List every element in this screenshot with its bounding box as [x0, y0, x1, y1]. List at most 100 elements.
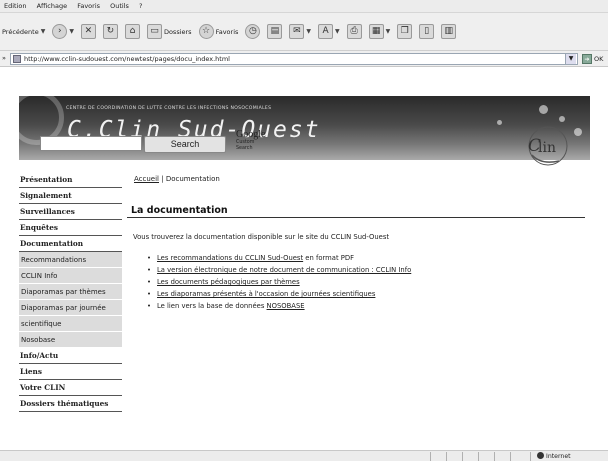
stop-button[interactable]: ✕ — [80, 24, 96, 39]
sidebar-sub-diaporamas-journee[interactable]: Diaporamas par journée — [19, 300, 122, 316]
url-field[interactable]: http://www.cclin-sudouest.com/newtest/pa… — [10, 53, 578, 65]
status-bar: Internet — [0, 450, 608, 461]
home-icon: ⌂ — [124, 24, 140, 39]
list-item: Les documents pédagogiques par thèmes — [147, 276, 411, 288]
status-divider — [430, 452, 431, 461]
list-item: La version électronique de notre documen… — [147, 264, 411, 276]
chevron-down-icon[interactable]: ▼ — [306, 28, 311, 35]
documentation-list: Les recommandations du CCLIN Sud-Ouest e… — [147, 252, 411, 312]
menu-affichage[interactable]: Affichage — [37, 2, 68, 10]
link-prefix: Le lien vers la base de données — [157, 302, 267, 310]
paste-button[interactable]: ▯ — [419, 24, 435, 39]
chevron-down-icon[interactable]: ▼ — [41, 28, 46, 35]
go-button[interactable]: ➔ OK — [582, 53, 608, 65]
link-recommandations[interactable]: Les recommandations du CCLIN Sud-Ouest — [157, 254, 303, 262]
bubble-decoration — [559, 116, 565, 122]
search-button[interactable]: Search — [144, 136, 226, 153]
sidebar-item-enquetes[interactable]: Enquêtes — [19, 220, 122, 236]
breadcrumb-separator: | — [161, 175, 164, 183]
folders-label: Dossiers — [163, 27, 192, 36]
page-icon — [13, 55, 21, 63]
link-suffix: en format PDF — [303, 254, 355, 262]
list-item: Les diaporamas présentés à l'occasion de… — [147, 288, 411, 300]
sidebar-item-info-actu[interactable]: Info/Actu — [19, 348, 122, 364]
print-button[interactable]: ⎙ — [346, 24, 362, 39]
sidebar-item-documentation[interactable]: Documentation — [19, 236, 122, 252]
star-icon: ☆ — [198, 24, 214, 39]
folders-button[interactable]: ▭ Dossiers — [146, 24, 192, 39]
link-diaporamas[interactable]: Les diaporamas présentés à l'occasion de… — [157, 290, 375, 298]
channels-icon: ▤ — [267, 24, 283, 39]
title-divider — [127, 217, 585, 218]
back-button[interactable]: Précédente ▼ — [0, 28, 45, 36]
link-nosobase[interactable]: NOSOBASE — [267, 302, 305, 310]
sidebar-item-votre-clin[interactable]: Votre CLIN — [19, 380, 122, 396]
address-bar: » http://www.cclin-sudouest.com/newtest/… — [0, 51, 608, 67]
svg-text:lin: lin — [538, 140, 556, 156]
google-logo: Google — [236, 129, 266, 140]
chevron-down-icon[interactable]: ▼ — [386, 28, 391, 35]
chevron-down-icon[interactable]: ▼ — [69, 28, 74, 35]
page-title: La documentation — [131, 205, 228, 216]
stop-icon: ✕ — [80, 24, 96, 39]
list-item: Les recommandations du CCLIN Sud-Ouest e… — [147, 252, 411, 264]
menu-help[interactable]: ? — [139, 2, 142, 10]
mail-icon: ✉ — [289, 24, 305, 39]
sidebar-sub-nosobase[interactable]: Nosobase — [19, 332, 122, 348]
sidebar-sub-scientifique[interactable]: scientifique — [19, 316, 122, 332]
edit-icon: ▦ — [368, 24, 384, 39]
status-divider — [446, 452, 447, 461]
url-text: http://www.cclin-sudouest.com/newtest/pa… — [24, 55, 230, 63]
folder-icon: ▭ — [146, 24, 162, 39]
org-line: CENTRE DE COORDINATION DE LUTTE CONTRE L… — [66, 106, 272, 111]
copy-button[interactable]: ❐ — [397, 24, 413, 39]
research-button[interactable]: ▥ — [441, 24, 457, 39]
bubble-decoration — [539, 105, 548, 114]
font-size-button[interactable]: A ▼ — [318, 24, 340, 39]
edit-button[interactable]: ▦ ▼ — [368, 24, 391, 39]
status-divider — [462, 452, 463, 461]
mail-button[interactable]: ✉ ▼ — [289, 24, 311, 39]
status-divider — [530, 452, 531, 461]
sidebar-item-surveillances[interactable]: Surveillances — [19, 204, 122, 220]
breadcrumb: Accueil | Documentation — [134, 175, 220, 183]
forward-button[interactable]: › ▼ — [52, 24, 74, 39]
sidebar-item-signalement[interactable]: Signalement — [19, 188, 122, 204]
chevron-down-icon[interactable]: ▼ — [335, 28, 340, 35]
menu-favoris[interactable]: Favoris — [77, 2, 100, 10]
paste-icon: ▯ — [419, 24, 435, 39]
research-icon: ▥ — [441, 24, 457, 39]
page-viewport: CENTRE DE COORDINATION DE LUTTE CONTRE L… — [0, 68, 608, 450]
search-input[interactable] — [40, 136, 142, 151]
globe-icon — [537, 452, 544, 459]
google-custom-search-label: Custom Search — [236, 140, 255, 151]
link-cclin-info[interactable]: La version électronique de notre documen… — [157, 266, 411, 274]
sidebar-sub-diaporamas-themes[interactable]: Diaporamas par thèmes — [19, 284, 122, 300]
link-documents-pedagogiques[interactable]: Les documents pédagogiques par thèmes — [157, 278, 300, 286]
sidebar-item-presentation[interactable]: Présentation — [19, 172, 122, 188]
sidebar-item-liens[interactable]: Liens — [19, 364, 122, 380]
channels-button[interactable]: ▤ — [267, 24, 283, 39]
copy-icon: ❐ — [397, 24, 413, 39]
breadcrumb-home-link[interactable]: Accueil — [134, 175, 159, 183]
home-button[interactable]: ⌂ — [124, 24, 140, 39]
breadcrumb-current: Documentation — [165, 175, 220, 183]
chevron-down-icon[interactable]: ▼ — [565, 54, 576, 64]
sidebar-item-dossiers[interactable]: Dossiers thématiques — [19, 396, 122, 412]
history-button[interactable]: ◷ — [245, 24, 261, 39]
bubble-decoration — [497, 120, 502, 125]
menu-bar: Edition Affichage Favoris Outils ? — [0, 0, 608, 13]
go-label: OK — [594, 55, 604, 63]
menu-edition[interactable]: Edition — [4, 2, 27, 10]
sidebar-sub-cclin-info[interactable]: CCLIN Info — [19, 268, 122, 284]
intro-text: Vous trouverez la documentation disponib… — [133, 233, 390, 241]
browser-toolbar: Précédente ▼ › ▼ ✕ ↻ ⌂ ▭ Dossiers ☆ Favo… — [0, 13, 608, 51]
menu-outils[interactable]: Outils — [110, 2, 129, 10]
history-icon: ◷ — [245, 24, 261, 39]
favorites-button[interactable]: ☆ Favoris — [198, 24, 239, 39]
forward-arrow-icon: › — [52, 24, 68, 39]
go-arrow-icon: ➔ — [582, 54, 592, 64]
favorites-label: Favoris — [215, 27, 239, 36]
refresh-button[interactable]: ↻ — [102, 24, 118, 39]
sidebar-sub-recommandations[interactable]: Recommandations — [19, 252, 122, 268]
